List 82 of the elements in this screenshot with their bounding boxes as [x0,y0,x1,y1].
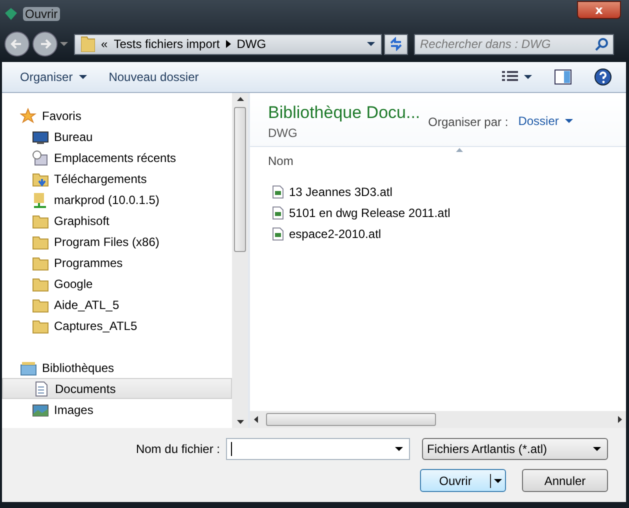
organize-menu-button[interactable]: Organiser [12,67,95,87]
caret-icon [78,75,87,79]
sidebar-item[interactable]: Captures_ATL5 [2,315,232,336]
file-item[interactable]: 5101 en dwg Release 2011.atl [272,202,626,223]
cancel-button[interactable]: Annuler [522,469,608,492]
vertical-scrollbar[interactable] [232,93,248,428]
arrow-right-icon [618,416,622,423]
text-cursor [231,442,232,456]
back-icon [4,31,30,57]
open-button[interactable]: Ouvrir [420,469,506,492]
caret-icon [564,119,573,123]
folder-icon [32,296,49,312]
star-icon [20,108,37,124]
filename-label: Nom du fichier : [136,442,220,456]
document-icon [33,380,50,396]
column-header[interactable]: Nom [250,147,626,171]
pane-icon [554,69,572,85]
file-item[interactable]: espace2-2010.atl [272,223,626,244]
monitor-icon [32,128,49,144]
file-item[interactable]: 13 Jeannes 3D3.atl [272,181,626,202]
window-title: Ouvrir [23,7,60,21]
folder-icon [32,276,49,292]
address-bar[interactable]: « Tests fichiers import DWG [74,34,382,54]
breadcrumb[interactable]: Tests fichiers import [114,37,220,51]
sidebar-item[interactable]: Graphisoft [2,210,232,231]
scrollbar-thumb[interactable] [266,413,436,426]
refresh-button[interactable] [384,34,408,54]
folder-icon [32,318,49,334]
triangle-icon [226,40,231,48]
sidebar-item[interactable]: Emplacements récents [2,147,232,168]
sidebar-item[interactable]: Images [2,399,232,420]
overflow-chevron[interactable]: « [101,37,108,51]
sidebar-item[interactable]: Documents [2,378,232,399]
gem-icon [5,8,17,20]
folder-arrow-icon [32,170,49,186]
search-icon [595,38,608,50]
list-view-icon [502,71,518,83]
arrange-label: Organiser par : [428,115,508,129]
folder-icon [32,234,49,250]
sidebar-item[interactable]: Google [2,273,232,294]
clock-computer-icon [32,150,49,166]
sidebar-item[interactable]: Aide_ATL_5 [2,294,232,315]
caret-icon [395,447,403,451]
caret-icon [593,447,601,451]
breadcrumb[interactable]: DWG [236,37,266,51]
sidebar-item[interactable]: Bureau [2,126,232,147]
scrollbar-thumb[interactable] [234,107,246,252]
file-icon [272,226,284,240]
sidebar-group[interactable]: Bibliothèques [2,357,232,378]
folder-icon [32,254,49,270]
sidebar-item[interactable]: Program Files (x86) [2,231,232,252]
sidebar-item[interactable]: Téléchargements [2,168,232,189]
sidebar-item[interactable]: Programmes [2,252,232,273]
arrow-up-icon [236,97,244,101]
network-folder-icon [32,192,49,208]
arrow-down-icon [236,420,244,424]
caret-icon [60,42,68,46]
new-folder-button[interactable]: Nouveau dossier [100,67,207,87]
refresh-icon [389,37,403,51]
file-icon [272,206,284,220]
search-field[interactable]: Rechercher dans : DWG [414,34,614,54]
sort-arrow-icon [456,148,463,152]
caret-icon [524,75,532,79]
arrange-dropdown[interactable]: Dossier [514,112,577,130]
arrow-left-icon [254,416,258,423]
caret-icon [367,42,375,46]
file-icon [272,184,284,198]
library-title: Bibliothèque Docu... [268,103,420,123]
help-icon [594,68,612,86]
sidebar-item[interactable]: markprod (10.0.1.5) [2,189,232,210]
folder-icon [32,212,49,228]
sidebar-group[interactable]: Favoris [2,105,232,126]
horizontal-scrollbar[interactable] [250,411,626,428]
folder-icon [81,36,95,52]
close-button[interactable]: x [577,1,621,19]
library-icon [20,360,37,376]
folder-subtitle: DWG [268,126,298,140]
filename-field[interactable] [226,438,410,460]
picture-icon [32,402,49,418]
forward-icon [32,31,58,57]
caret-icon [494,478,502,482]
file-type-dropdown[interactable]: Fichiers Artlantis (*.atl) [422,438,608,460]
